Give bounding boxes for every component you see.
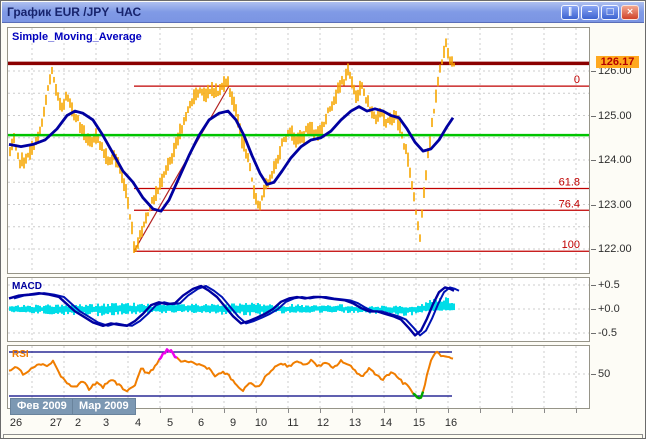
axis-tick xyxy=(256,409,257,413)
axis-tick xyxy=(591,115,596,117)
price-chart-panel[interactable]: 0 61.8 76.4 100 Simple_Moving_Average xyxy=(7,27,590,274)
macd-tick-label: -0.5 xyxy=(598,327,617,339)
current-price-label: 126.17 xyxy=(596,56,639,69)
svg-text:76.4: 76.4 xyxy=(559,198,580,210)
axis-tick xyxy=(591,309,596,310)
axis-tick xyxy=(448,409,449,413)
date-label: 13 xyxy=(348,417,362,429)
axis-tick xyxy=(320,409,321,413)
svg-text:61.8: 61.8 xyxy=(559,176,580,188)
pause-button[interactable]: ‖ xyxy=(561,4,579,20)
chart-window: График EUR /JPY ЧАС ‖ – □ × 0 61.8 76.4 100 Sim… xyxy=(0,0,646,439)
month-badge: Мар 2009 xyxy=(72,398,136,415)
maximize-button[interactable]: □ xyxy=(601,4,619,20)
axis-tick xyxy=(591,333,596,334)
indicator-label-macd: MACD xyxy=(12,281,42,292)
fibonacci-retracement[interactable]: 0 61.8 76.4 100 xyxy=(134,74,589,252)
axis-tick xyxy=(416,409,417,413)
axis-tick xyxy=(591,374,596,375)
date-label: 15 xyxy=(412,417,426,429)
macd-tick-label: +0.5 xyxy=(598,279,620,291)
close-button[interactable]: × xyxy=(621,4,639,20)
date-label: 27 xyxy=(49,417,63,429)
macd-panel[interactable]: MACD xyxy=(7,277,590,342)
axis-tick xyxy=(384,409,385,413)
date-label: 16 xyxy=(444,417,458,429)
axis-tick xyxy=(591,160,596,161)
axis-tick xyxy=(160,409,161,413)
price-tick-label: 122.00 xyxy=(598,243,632,255)
rsi-line xyxy=(8,348,454,400)
date-label: 14 xyxy=(379,417,393,429)
macd-tick-label: +0.0 xyxy=(598,303,620,315)
bottom-window-edge xyxy=(3,434,643,438)
date-label: 4 xyxy=(134,417,142,429)
candles-layer xyxy=(9,38,455,253)
window-titlebar[interactable]: График EUR /JPY ЧАС ‖ – □ × xyxy=(2,2,644,23)
date-label: 9 xyxy=(229,417,237,429)
date-label: 26 xyxy=(9,417,23,429)
axis-tick xyxy=(591,249,596,250)
price-tick-label: 124.00 xyxy=(598,154,632,166)
month-badge: Фев 2009 xyxy=(10,398,74,415)
svg-text:0: 0 xyxy=(574,74,580,86)
date-label: 2 xyxy=(74,417,82,429)
rsi-extreme-segment-1 xyxy=(412,391,425,400)
axis-tick xyxy=(591,71,596,72)
price-tick-label: 125.00 xyxy=(598,109,632,122)
date-label: 12 xyxy=(316,417,330,429)
price-tick-label: 123.00 xyxy=(598,198,632,211)
macd-canvas[interactable]: MACD xyxy=(8,278,589,341)
indicator-label-rsi: RSI xyxy=(12,349,29,360)
window-buttons: ‖ – □ × xyxy=(561,4,639,20)
axis-tick xyxy=(352,409,353,413)
axis-tick xyxy=(591,204,596,206)
axis-tick xyxy=(591,285,596,286)
rsi-tick-label: 50 xyxy=(598,368,611,380)
rsi-extreme-segment-0 xyxy=(158,348,178,361)
minimize-button[interactable]: – xyxy=(581,4,599,20)
axis-tick xyxy=(576,409,577,413)
axis-tick xyxy=(192,409,193,413)
price-chart-canvas[interactable]: 0 61.8 76.4 100 Simple_Moving_Average xyxy=(8,28,589,273)
date-label: 5 xyxy=(166,417,174,429)
svg-text:100: 100 xyxy=(562,239,580,251)
axis-tick xyxy=(224,409,225,413)
date-label: 3 xyxy=(102,417,110,429)
window-title: График EUR /JPY ЧАС xyxy=(7,5,142,19)
indicator-label-sma: Simple_Moving_Average xyxy=(12,31,142,43)
date-label: 11 xyxy=(287,417,299,429)
axis-tick xyxy=(480,409,481,413)
date-label: 10 xyxy=(254,417,268,429)
axis-tick xyxy=(544,409,545,413)
axis-tick xyxy=(288,409,289,413)
date-label: 6 xyxy=(197,417,205,429)
axis-tick xyxy=(512,409,513,413)
